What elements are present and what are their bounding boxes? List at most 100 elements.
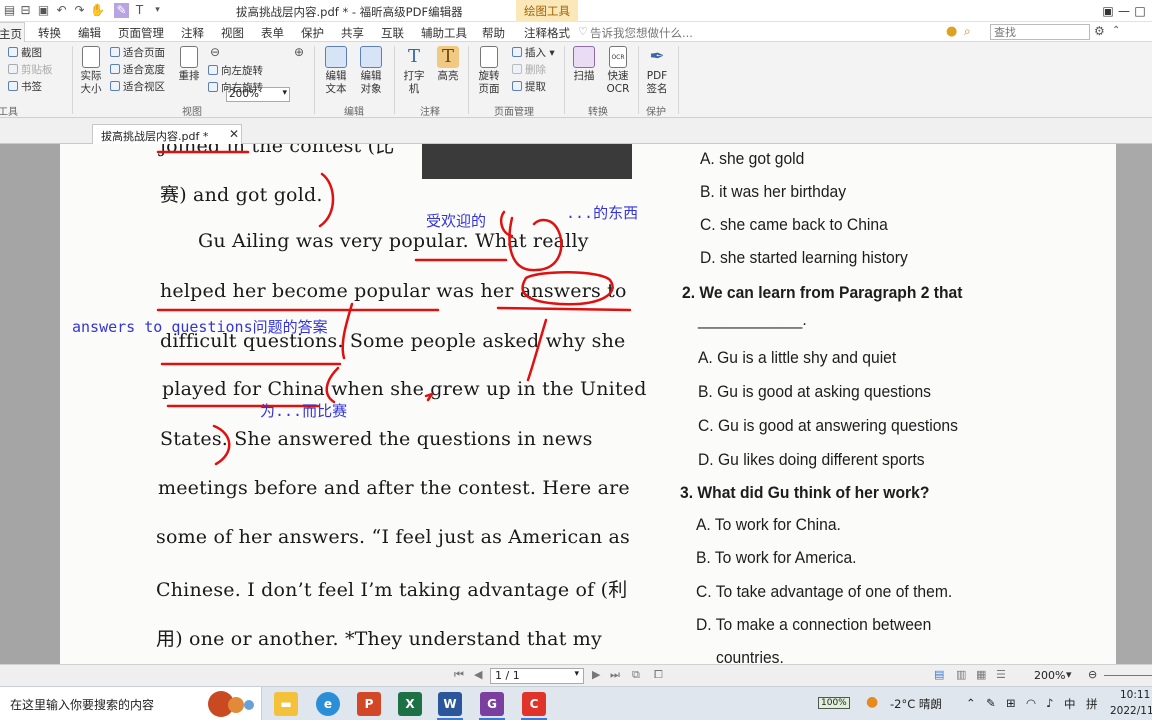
ink-bracket (341, 302, 354, 360)
tell-me-box[interactable]: 告诉我您想做什么... (590, 25, 693, 41)
network-icon[interactable]: ⊞ (1006, 696, 1016, 710)
tab-edit[interactable]: 编辑 (78, 25, 101, 41)
notification-icon[interactable]: ● (946, 24, 957, 39)
facing-view-icon[interactable]: ▦ (976, 668, 986, 681)
previous-page-icon[interactable]: ◀ (474, 668, 482, 681)
last-page-icon[interactable]: ⏭ (610, 668, 620, 682)
fit-page-button[interactable]: 适合页面 (110, 47, 165, 59)
next-page-icon[interactable]: ▶ (592, 668, 600, 681)
group-separator (678, 46, 679, 114)
edit-object-button[interactable]: 编辑对象 (354, 46, 388, 96)
gear-icon[interactable]: ⚙ (1094, 24, 1105, 38)
bookmark-button[interactable]: 书签 (8, 81, 42, 93)
screenshot-button[interactable]: 截图 (8, 47, 42, 59)
group-separator (394, 46, 395, 114)
volume-icon[interactable]: ♪ (1046, 696, 1053, 710)
file-explorer-icon[interactable]: ▬ (274, 692, 298, 716)
folder-search-icon[interactable]: ⌕ (964, 24, 971, 39)
group-separator (314, 46, 315, 114)
rotate-page-button[interactable]: 旋转页面 (472, 46, 506, 96)
typewriter-icon[interactable]: T (132, 3, 147, 18)
tab-accessibility[interactable]: 辅助工具 (421, 25, 467, 41)
tab-home[interactable]: 主页 (0, 22, 25, 43)
annotation-what[interactable]: ...的东西 (566, 202, 638, 223)
hand-tool-icon[interactable]: ✋ (90, 3, 105, 18)
excel-icon[interactable]: X (398, 692, 422, 716)
tab-connect[interactable]: 互联 (381, 25, 404, 41)
zoom-out-icon[interactable]: ⊖ (210, 45, 220, 59)
rotate-left-button[interactable]: 向左旋转 (208, 65, 263, 77)
redo-icon[interactable]: ↷ (72, 3, 87, 18)
edit-text-button[interactable]: 编辑文本 (320, 46, 352, 96)
app-icon[interactable]: ▤ (2, 3, 17, 18)
page-number-input[interactable]: 1 / 1 ▾ (490, 668, 584, 684)
search-input[interactable] (990, 24, 1090, 40)
zoom-out-icon[interactable]: ⊖ (1088, 668, 1097, 681)
open-icon[interactable]: ⊟ (18, 3, 33, 18)
document-tab[interactable]: 拔高挑战层内容.pdf * ✕ (92, 124, 242, 144)
zoom-dropdown-icon[interactable]: ▾ (1066, 668, 1072, 681)
save-icon[interactable]: ▣ (36, 3, 51, 18)
tray-chevron-icon[interactable]: ⌃ (966, 696, 976, 710)
continuous-view-icon[interactable]: ▥ (956, 668, 966, 681)
zoom-in-icon[interactable]: ⊕ (294, 45, 304, 59)
scroll-view-icon[interactable]: ☰ (996, 668, 1006, 681)
vertical-scrollbar[interactable] (1116, 144, 1152, 664)
quick-ocr-button[interactable]: OCR 快速OCR (602, 46, 634, 96)
page-layout-icon[interactable]: ⧉ (632, 668, 640, 682)
tab-page-management[interactable]: 页面管理 (118, 25, 164, 41)
annotation-answers-to[interactable]: answers to questions问题的答案 (72, 316, 328, 337)
insert-page-button[interactable]: 插入 ▾ (512, 47, 555, 59)
delete-page-button[interactable]: 删除 (512, 64, 546, 76)
close-icon[interactable]: ✕ (229, 127, 239, 141)
word-icon[interactable]: W (438, 692, 462, 716)
tab-share[interactable]: 共享 (341, 25, 364, 41)
tab-convert[interactable]: 转换 (38, 25, 61, 41)
clock-date[interactable]: 2022/11 (1110, 705, 1152, 717)
fit-visible-button[interactable]: 适合视区 (110, 81, 165, 93)
zoom-slider[interactable] (1104, 675, 1152, 676)
zoom-level[interactable]: 200% (1034, 669, 1065, 682)
tab-form[interactable]: 表单 (261, 25, 284, 41)
pen-tool-icon[interactable]: ✎ (114, 3, 129, 18)
battery-indicator[interactable]: 100% (818, 697, 850, 709)
tab-view[interactable]: 视图 (221, 25, 244, 41)
fit-width-button[interactable]: 适合宽度 (110, 64, 165, 76)
highlight-button[interactable]: T 高亮 (432, 46, 464, 83)
ime-mode[interactable]: 中 (1064, 696, 1076, 712)
ribbon-collapse-icon[interactable]: ⌃ (1112, 25, 1120, 36)
tab-comment[interactable]: 注释 (181, 25, 204, 41)
recorder-app-icon[interactable]: C (522, 692, 546, 716)
typewriter-button[interactable]: T 打字机 (398, 46, 430, 96)
annotation-popular[interactable]: 受欢迎的 (426, 210, 486, 231)
pdf-sign-button[interactable]: ✒ PDF签名 (642, 46, 672, 96)
menu-bar: 主页 转换 编辑 页面管理 注释 视图 表单 保护 共享 互联 辅助工具 帮助 … (0, 22, 1152, 43)
reflow-button[interactable]: 重排 (174, 46, 204, 83)
foxit-pdf-icon[interactable]: G (480, 692, 504, 716)
clock-time[interactable]: 10:11 (1120, 689, 1150, 701)
clipboard-button[interactable]: 剪贴板 (8, 64, 53, 76)
scan-button[interactable]: 扫描 (568, 46, 600, 83)
powerpoint-icon[interactable]: P (357, 692, 381, 716)
edge-browser-icon[interactable]: e (316, 692, 340, 716)
extract-page-button[interactable]: 提取 (512, 81, 546, 93)
weather-text[interactable]: -2°C 晴朗 (890, 696, 942, 712)
customize-dropdown-icon[interactable]: ▾ (150, 3, 165, 18)
document-viewport[interactable]: joined in the contest (比 赛) and got gold… (0, 144, 1152, 664)
tab-comment-format[interactable]: 注释格式 (524, 25, 570, 41)
first-page-icon[interactable]: ⏮ (454, 668, 464, 682)
rotate-right-button[interactable]: 向右旋转 (208, 82, 263, 94)
tab-protect[interactable]: 保护 (301, 25, 324, 41)
pen-tray-icon[interactable]: ✎ (986, 696, 996, 710)
single-page-view-icon[interactable]: ▤ (934, 668, 944, 681)
context-tab-drawing-tools[interactable]: 绘图工具 (516, 0, 578, 22)
undo-icon[interactable]: ↶ (54, 3, 69, 18)
maximize-button[interactable]: □ (1128, 0, 1152, 22)
ime-pinyin[interactable]: 拼 (1086, 696, 1098, 712)
wifi-icon[interactable]: ◠ (1026, 696, 1036, 710)
tab-help[interactable]: 帮助 (482, 25, 505, 41)
annotation-play-for[interactable]: 为...而比赛 (260, 400, 347, 421)
lightbulb-icon: ♡ (578, 25, 588, 38)
copy-page-icon[interactable]: ⧠ (654, 668, 663, 682)
actual-size-button[interactable]: 实际大小 (76, 46, 106, 96)
